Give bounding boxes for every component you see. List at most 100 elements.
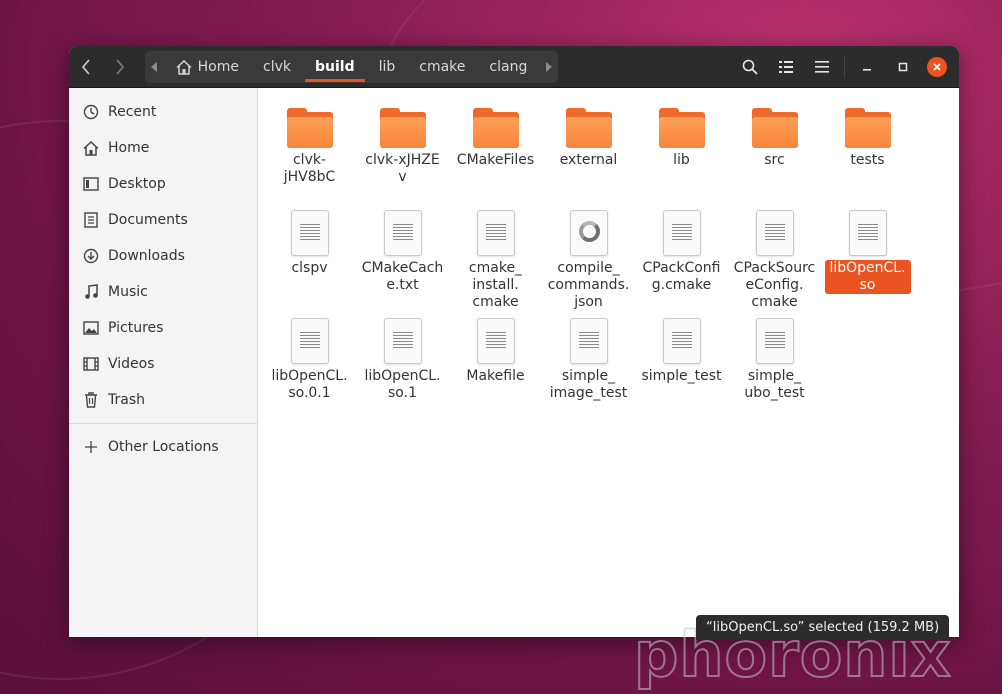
file-name-label: external: [559, 152, 618, 168]
chevron-left-icon: [81, 58, 90, 75]
breadcrumb-build[interactable]: build: [303, 51, 367, 83]
text-file-icon: [470, 204, 522, 256]
sidebar-item-home[interactable]: Home: [69, 130, 257, 166]
close-icon: [933, 63, 941, 71]
menu-icon: [815, 61, 829, 73]
file-name-label: clspv: [291, 260, 328, 276]
file-name-label: Makefile: [466, 368, 525, 384]
folder-item[interactable]: lib: [635, 96, 728, 204]
text-file-icon: [749, 312, 801, 364]
folder-item[interactable]: external: [542, 96, 635, 204]
sidebar-item-label: Other Locations: [108, 439, 219, 455]
home-icon: [176, 59, 192, 75]
sidebar-item-downloads[interactable]: Downloads: [69, 238, 257, 274]
folder-icon: [284, 96, 336, 148]
sidebar-item-label: Videos: [108, 356, 155, 372]
file-item[interactable]: CPackSourc eConfig. cmake: [728, 204, 821, 312]
text-file-icon: [656, 204, 708, 256]
file-name-label: clvk-xJHZEv: [365, 152, 440, 185]
folder-item[interactable]: src: [728, 96, 821, 204]
file-item[interactable]: libOpenCL. so.0.1: [263, 312, 356, 420]
sidebar-item-label: Home: [108, 140, 150, 156]
file-item[interactable]: simple_ ubo_test: [728, 312, 821, 420]
sidebar-item-trash[interactable]: Trash: [69, 382, 257, 418]
path-bar: Home clvk build lib cmake clang: [145, 51, 558, 83]
triangle-right-icon: [545, 62, 552, 72]
file-item[interactable]: compile_ commands. json: [542, 204, 635, 312]
music-icon: [82, 283, 100, 301]
sidebar-item-label: Trash: [108, 392, 145, 408]
video-icon: [82, 355, 100, 373]
file-view[interactable]: clvk- jHV8bC clvk-xJHZEv CMakeFiles externa…: [259, 88, 959, 637]
file-item[interactable]: simple_test: [635, 312, 728, 420]
folder-item[interactable]: clvk- jHV8bC: [263, 96, 356, 204]
text-file-icon: [377, 312, 429, 364]
folder-item[interactable]: clvk-xJHZEv: [356, 96, 449, 204]
view-toggle-button[interactable]: [768, 46, 804, 88]
breadcrumb-label: build: [314, 59, 355, 75]
file-item[interactable]: cmake_ install. cmake: [449, 204, 542, 312]
back-button[interactable]: [69, 46, 103, 88]
status-bar: “libOpenCL.so” selected (159.2 MB): [696, 615, 950, 640]
folder-item[interactable]: CMakeFiles: [449, 96, 542, 204]
breadcrumb-home[interactable]: Home: [164, 51, 251, 83]
path-scroll-left-button[interactable]: [145, 51, 164, 83]
file-item[interactable]: Makefile: [449, 312, 542, 420]
sidebar-item-label: Desktop: [108, 176, 166, 192]
maximize-button[interactable]: [885, 46, 921, 88]
file-item[interactable]: libOpenCL. so: [821, 204, 914, 312]
text-file-icon: [656, 312, 708, 364]
search-button[interactable]: [732, 46, 768, 88]
file-name-label: CMakeFiles: [456, 152, 535, 168]
document-icon: [82, 211, 100, 229]
breadcrumb-cmake[interactable]: cmake: [407, 51, 477, 83]
chevron-right-icon: [116, 58, 125, 75]
clock-icon: [82, 103, 100, 121]
close-button[interactable]: [927, 57, 947, 77]
home-icon: [82, 139, 100, 157]
text-file-icon: [842, 204, 894, 256]
forward-button[interactable]: [103, 46, 137, 88]
file-name-label: simple_ image_test: [549, 368, 628, 401]
minimize-icon: [863, 69, 871, 71]
file-name-label: libOpenCL. so: [824, 260, 911, 294]
text-file-icon: [284, 204, 336, 256]
file-item[interactable]: clspv: [263, 204, 356, 312]
file-name-label: libOpenCL. so.1: [364, 368, 441, 401]
file-name-label: compile_ commands. json: [547, 260, 630, 310]
breadcrumb-clvk[interactable]: clvk: [251, 51, 303, 83]
breadcrumb-clang[interactable]: clang: [477, 51, 539, 83]
download-icon: [82, 247, 100, 265]
folder-item[interactable]: tests: [821, 96, 914, 204]
sidebar-item-recent[interactable]: Recent: [69, 94, 257, 130]
sidebar-item-label: Pictures: [108, 320, 164, 336]
breadcrumb-label: cmake: [419, 59, 466, 75]
breadcrumb-label: clvk: [263, 59, 291, 75]
sidebar-item-documents[interactable]: Documents: [69, 202, 257, 238]
file-item[interactable]: CMakeCach e.txt: [356, 204, 449, 312]
sidebar-item-other-locations[interactable]: Other Locations: [69, 429, 257, 465]
breadcrumb-label: Home: [197, 59, 239, 75]
sidebar-separator: [69, 423, 257, 424]
plus-icon: [82, 438, 100, 456]
sidebar-item-desktop[interactable]: Desktop: [69, 166, 257, 202]
folder-icon: [842, 96, 894, 148]
file-item[interactable]: CPackConfi g.cmake: [635, 204, 728, 312]
json-file-icon: [563, 204, 615, 256]
breadcrumb-lib[interactable]: lib: [367, 51, 408, 83]
sidebar-item-videos[interactable]: Videos: [69, 346, 257, 382]
sidebar-item-pictures[interactable]: Pictures: [69, 310, 257, 346]
path-scroll-right-button[interactable]: [539, 51, 558, 83]
file-item[interactable]: simple_ image_test: [542, 312, 635, 420]
text-file-icon: [377, 204, 429, 256]
folder-icon: [377, 96, 429, 148]
sidebar-item-music[interactable]: Music: [69, 274, 257, 310]
file-name-label: lib: [673, 152, 690, 168]
sidebar-item-label: Downloads: [108, 248, 185, 264]
headerbar-separator: [844, 56, 845, 78]
file-item[interactable]: libOpenCL. so.1: [356, 312, 449, 420]
menu-button[interactable]: [804, 46, 840, 88]
folder-icon: [656, 96, 708, 148]
minimize-button[interactable]: [849, 46, 885, 88]
file-name-label: CPackConfi g.cmake: [642, 260, 721, 293]
